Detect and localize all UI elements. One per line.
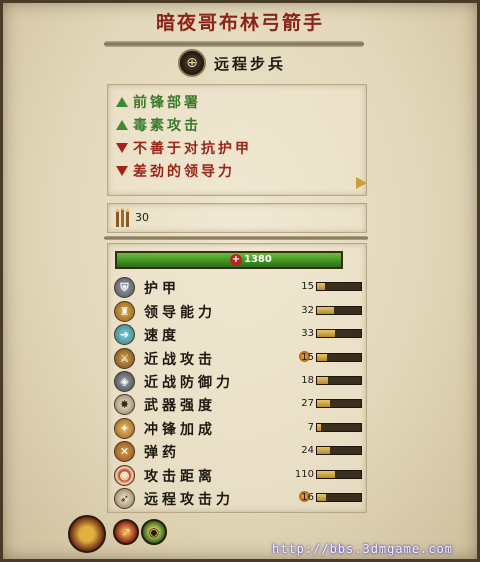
stat-bar — [316, 329, 362, 338]
negative-arrow-icon — [116, 166, 128, 176]
stat-bar — [316, 399, 362, 408]
stat-bar — [316, 282, 362, 291]
health-value: 1380 — [244, 254, 272, 265]
missile-damage-icon: ➶ — [114, 488, 135, 509]
health-cross-icon: + — [230, 254, 242, 266]
leadership-icon: ♜ — [114, 301, 135, 322]
ranged-infantry-emblem-icon: ⊕ — [178, 49, 206, 77]
trait-item: 毒素攻击 — [116, 115, 201, 135]
stat-row-speed[interactable]: ➜ 速度 33 — [114, 324, 364, 346]
arrows-icon — [115, 208, 130, 227]
stat-row-range[interactable]: ◎ 攻击距离 110 — [114, 465, 364, 487]
armor-icon: ⛨ — [114, 277, 135, 298]
stat-row-armor[interactable]: ⛨ 护甲 15 — [114, 277, 364, 299]
stat-row-melee-defence[interactable]: ◈ 近战防御力 18 — [114, 371, 364, 393]
range-icon: ◎ — [114, 465, 135, 486]
charge-bonus-icon: ✦ — [114, 418, 135, 439]
unit-portrait-button[interactable] — [68, 515, 106, 553]
stat-row-charge-bonus[interactable]: ✦ 冲锋加成 7 — [114, 418, 364, 440]
speed-icon: ➜ — [114, 324, 135, 345]
melee-defence-icon: ◈ — [114, 371, 135, 392]
title-divider — [104, 41, 364, 47]
stat-bar — [316, 493, 362, 502]
stat-row-ammunition[interactable]: ✕ 弹药 24 — [114, 441, 364, 463]
trait-item: 前锋部署 — [116, 92, 201, 112]
stat-bar — [316, 376, 362, 385]
stat-bar — [316, 306, 362, 315]
ability-red-button[interactable]: ↗ — [113, 519, 139, 545]
unit-info-panel: 暗夜哥布林弓箭手 ⊕ 远程步兵 前锋部署 毒素攻击 不善于对抗护甲 差劲的领导力… — [0, 0, 480, 562]
melee-attack-icon: ⚔ — [114, 348, 135, 369]
more-traits-arrow-icon[interactable] — [356, 177, 367, 189]
positive-arrow-icon — [116, 97, 128, 107]
section-divider — [104, 236, 368, 240]
watermark: http://bbs.3dmgame.com — [272, 542, 453, 556]
unit-type: ⊕ 远程步兵 — [178, 49, 306, 77]
ammunition-icon: ✕ — [114, 441, 135, 462]
stat-bar — [316, 423, 362, 432]
ammo-count: 30 — [135, 211, 149, 224]
unit-type-label: 远程步兵 — [214, 55, 287, 73]
trait-item: 差劲的领导力 — [116, 161, 235, 181]
weapon-strength-icon: ✸ — [114, 394, 135, 415]
stat-row-leadership[interactable]: ♜ 领导能力 32 — [114, 301, 364, 323]
ability-green-button[interactable]: ◉ — [141, 519, 167, 545]
stat-row-melee-attack[interactable]: ⚔ 近战攻击 15 — [114, 348, 364, 370]
unit-name: 暗夜哥布林弓箭手 — [155, 12, 324, 34]
negative-arrow-icon — [116, 143, 128, 153]
stat-bar — [316, 446, 362, 455]
positive-arrow-icon — [116, 120, 128, 130]
trait-item: 不善于对抗护甲 — [116, 138, 252, 158]
health-bar: + 1380 — [115, 251, 343, 269]
stat-bar — [316, 470, 362, 479]
stat-bar — [316, 353, 362, 362]
stat-row-missile-damage[interactable]: ➶ 远程攻击力 16 — [114, 488, 364, 510]
stat-row-weapon-strength[interactable]: ✸ 武器强度 27 — [114, 394, 364, 416]
